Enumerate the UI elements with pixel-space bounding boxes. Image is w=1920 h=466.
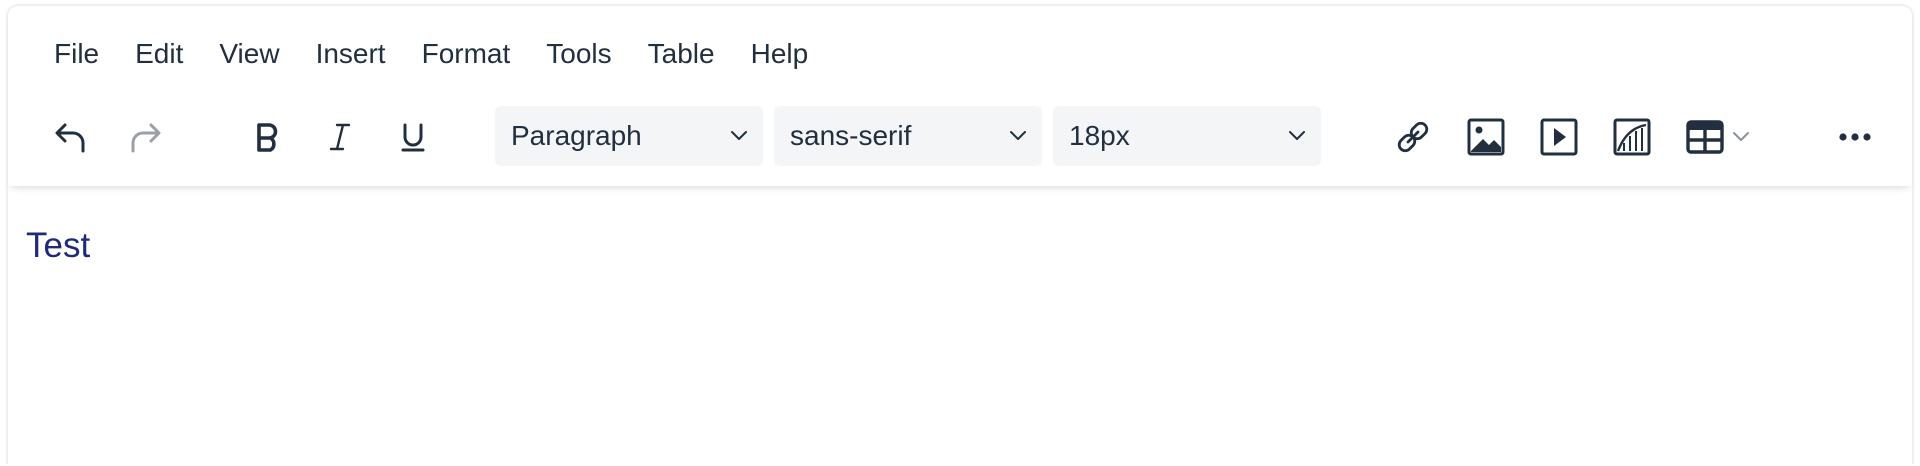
underline-button[interactable] xyxy=(386,110,440,164)
font-size-select[interactable]: 18px xyxy=(1053,106,1321,166)
link-button[interactable] xyxy=(1386,110,1440,164)
redo-icon xyxy=(125,117,165,157)
rich-text-editor: File Edit View Insert Format Tools Table… xyxy=(6,4,1914,466)
content-paragraph[interactable]: Test xyxy=(26,226,90,266)
undo-icon xyxy=(51,117,91,157)
insert-table-button[interactable] xyxy=(1678,110,1762,164)
menu-file[interactable]: File xyxy=(38,34,117,74)
editor-content-area[interactable]: Test xyxy=(8,186,1912,466)
bold-button[interactable] xyxy=(240,110,294,164)
chevron-down-icon xyxy=(1008,126,1028,151)
italic-button[interactable] xyxy=(313,110,367,164)
block-format-value: Paragraph xyxy=(511,120,642,151)
menu-view[interactable]: View xyxy=(201,34,297,74)
more-button[interactable] xyxy=(1828,110,1882,164)
underline-icon xyxy=(396,120,430,154)
menu-edit[interactable]: Edit xyxy=(117,34,201,74)
image-icon xyxy=(1466,117,1506,157)
insert-media-button[interactable] xyxy=(1532,110,1586,164)
editor-header: File Edit View Insert Format Tools Table… xyxy=(8,6,1912,186)
more-icon xyxy=(1835,117,1875,157)
link-icon xyxy=(1393,117,1433,157)
undo-button[interactable] xyxy=(44,110,98,164)
chevron-down-icon xyxy=(1731,127,1751,147)
font-size-value: 18px xyxy=(1069,120,1130,151)
menu-table[interactable]: Table xyxy=(630,34,733,74)
insert-image-button[interactable] xyxy=(1459,110,1513,164)
insert-chart-button[interactable] xyxy=(1605,110,1659,164)
table-icon xyxy=(1685,117,1725,157)
bold-icon xyxy=(250,120,284,154)
font-family-value: sans-serif xyxy=(790,120,912,151)
toolbar: Paragraph sans-serif 18px xyxy=(8,106,1912,168)
menu-tools[interactable]: Tools xyxy=(528,34,629,74)
chevron-down-icon xyxy=(1287,126,1307,151)
media-icon xyxy=(1539,117,1579,157)
menu-help[interactable]: Help xyxy=(733,34,827,74)
chevron-down-icon xyxy=(729,126,749,151)
redo-button[interactable] xyxy=(118,110,172,164)
menu-format[interactable]: Format xyxy=(404,34,529,74)
block-format-select[interactable]: Paragraph xyxy=(495,106,763,166)
chart-icon xyxy=(1612,117,1652,157)
italic-icon xyxy=(323,120,357,154)
menubar: File Edit View Insert Format Tools Table… xyxy=(38,34,826,74)
menu-insert[interactable]: Insert xyxy=(298,34,404,74)
font-family-select[interactable]: sans-serif xyxy=(774,106,1042,166)
